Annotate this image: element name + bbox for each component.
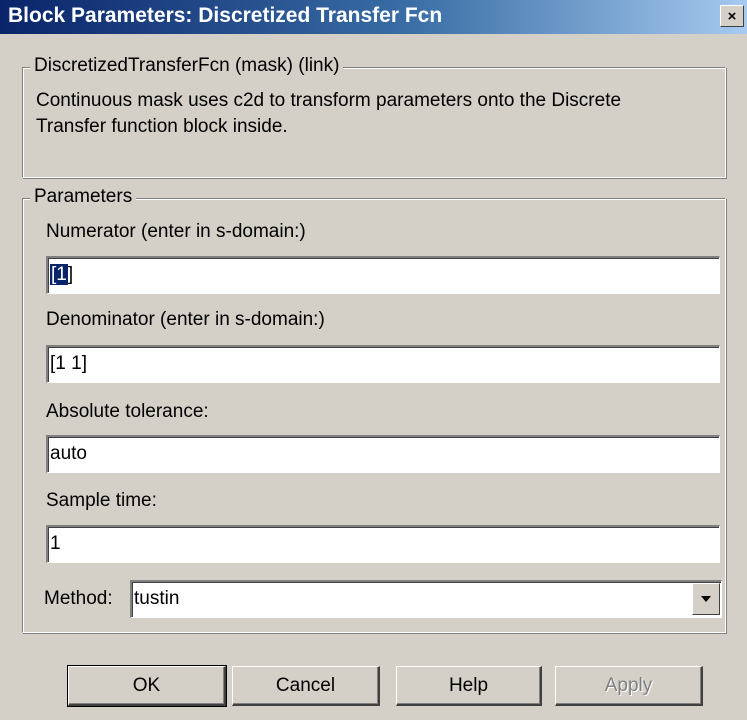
method-select[interactable]: tustin <box>130 580 722 618</box>
absolute-tolerance-label: Absolute tolerance: <box>46 401 209 422</box>
parameters-group-legend: Parameters <box>30 186 137 208</box>
title-bar: Block Parameters: Discretized Transfer F… <box>0 0 747 34</box>
absolute-tolerance-input[interactable]: auto <box>46 435 720 473</box>
close-button[interactable]: × <box>720 5 744 27</box>
method-dropdown-button[interactable] <box>692 583 720 615</box>
apply-button: Apply <box>555 666 703 706</box>
window-title: Block Parameters: Discretized Transfer F… <box>8 4 443 27</box>
numerator-input[interactable]: [1] <box>46 256 720 294</box>
sample-time-label: Sample time: <box>46 490 157 511</box>
method-label: Method: <box>44 588 113 609</box>
cancel-button-label: Cancel <box>275 674 336 696</box>
denominator-label: Denominator (enter in s-domain:) <box>46 309 325 330</box>
help-button-label: Help <box>448 674 489 696</box>
sample-time-input[interactable]: 1 <box>46 525 720 563</box>
apply-button-label: Apply <box>604 674 653 696</box>
ok-button[interactable]: OK <box>67 665 227 707</box>
method-selected-value: tustin <box>134 588 180 609</box>
numerator-selected-text: [1 <box>50 264 68 285</box>
numerator-label: Numerator (enter in s-domain:) <box>46 221 306 242</box>
ok-button-label: OK <box>132 674 161 696</box>
close-icon: × <box>727 7 737 25</box>
description-group-legend: DiscretizedTransferFcn (mask) (link) <box>30 55 344 77</box>
chevron-down-icon <box>701 596 711 602</box>
numerator-text-rest: ] <box>67 264 74 285</box>
denominator-input[interactable]: [1 1] <box>46 345 720 383</box>
description-text: Continuous mask uses c2d to transform pa… <box>36 90 622 137</box>
help-button[interactable]: Help <box>396 666 542 706</box>
cancel-button[interactable]: Cancel <box>232 666 380 706</box>
